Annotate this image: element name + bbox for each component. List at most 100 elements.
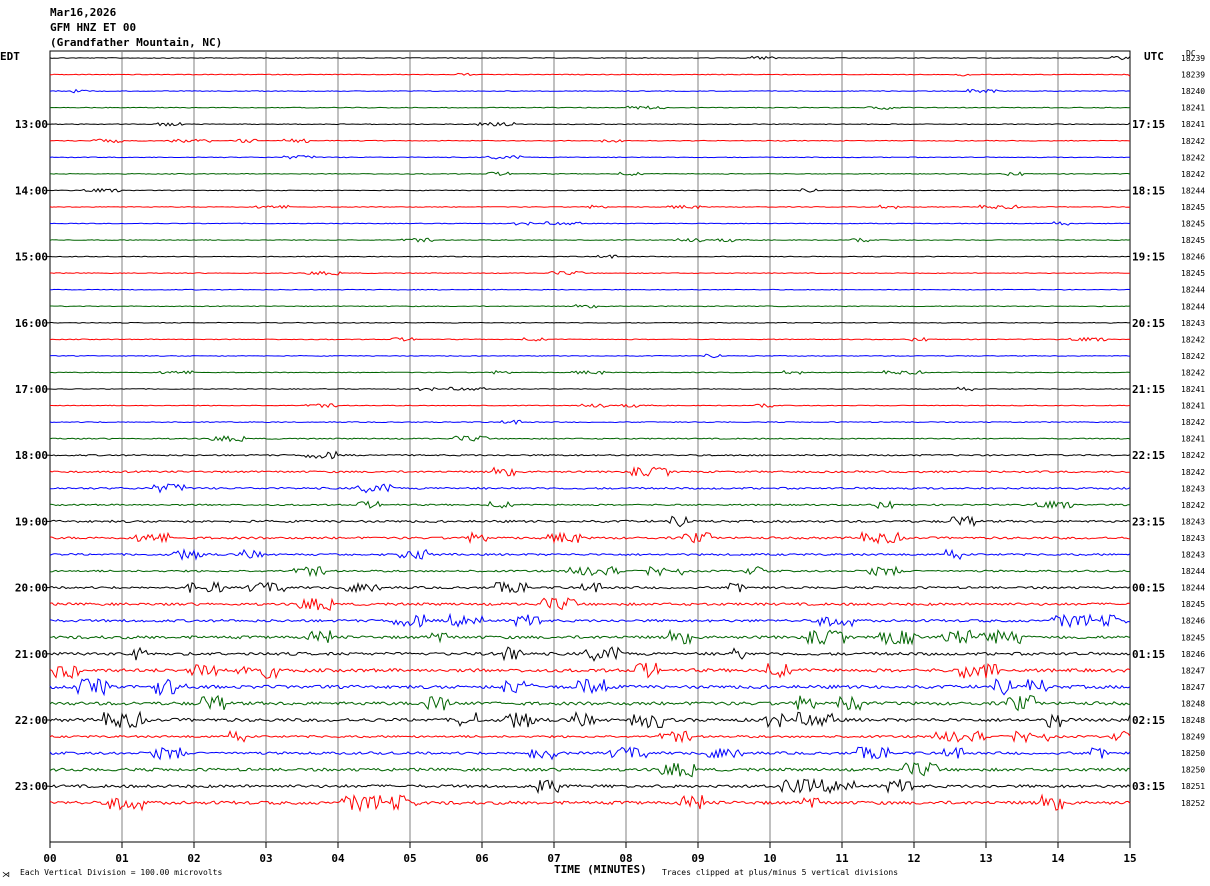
trace-line-blue: [49, 288, 1131, 291]
trace-line-blue: [49, 746, 1131, 761]
x-tick-label: 15: [1123, 852, 1136, 865]
trace-line-black: [49, 710, 1131, 729]
trace-line-blue: [49, 678, 1131, 697]
left-hour-label: 13:00: [15, 118, 48, 131]
trace-line-black: [49, 121, 1131, 127]
x-tick-label: 09: [691, 852, 704, 865]
dc-offset-label: 18241: [1181, 120, 1205, 129]
left-hour-label: 14:00: [15, 184, 48, 197]
x-tick-label: 01: [115, 852, 129, 865]
trace-line-green: [49, 105, 1131, 110]
left-hour-label: 15:00: [15, 251, 48, 264]
dc-offset-label: 18244: [1181, 302, 1205, 311]
dc-offset-label: 18245: [1181, 236, 1205, 245]
dc-offset-label: 18242: [1181, 368, 1205, 377]
x-tick-label: 14: [1051, 852, 1065, 865]
trace-line-green: [49, 171, 1131, 177]
dc-offset-label: 18246: [1181, 650, 1205, 659]
x-tick-label: 00: [43, 852, 56, 865]
right-hour-label: 18:15: [1132, 184, 1165, 197]
trace-line-black: [49, 580, 1131, 594]
trace-line-black: [49, 386, 1131, 392]
trace-line-red: [50, 72, 1131, 77]
dc-offset-label: 18243: [1181, 551, 1205, 560]
dc-offset-label: 18242: [1181, 451, 1205, 460]
trace-line-green: [49, 761, 1131, 778]
x-axis-title: TIME (MINUTES): [554, 863, 647, 876]
dc-offset-label: 18242: [1181, 153, 1205, 162]
right-hour-label: 02:15: [1132, 714, 1165, 727]
trace-line-blue: [49, 88, 1131, 94]
dc-offset-label: 18241: [1181, 402, 1205, 411]
trace-line-red: [49, 466, 1130, 478]
x-tick-label: 05: [403, 852, 416, 865]
left-hour-label: 23:00: [15, 780, 48, 793]
dc-offset-label: 18242: [1181, 170, 1205, 179]
right-hour-label: 03:15: [1132, 780, 1165, 793]
trace-line-red: [49, 597, 1131, 611]
trace-line-green: [49, 500, 1130, 510]
trace-line-blue: [49, 548, 1131, 561]
dc-offset-label: 18247: [1181, 683, 1205, 692]
dc-offset-label: 18241: [1181, 104, 1205, 113]
dc-offset-label: 18243: [1181, 319, 1205, 328]
dc-offset-label: 18242: [1181, 352, 1205, 361]
dc-offset-label: 18242: [1181, 418, 1205, 427]
right-hour-label: 20:15: [1132, 317, 1165, 330]
left-hour-label: 17:00: [15, 383, 48, 396]
dc-offset-label: 18244: [1181, 567, 1205, 576]
dc-offset-label: 18249: [1181, 733, 1205, 742]
dc-offset-label: 18251: [1181, 782, 1205, 791]
dc-offset-label: 18239: [1181, 71, 1205, 80]
trace-line-blue: [49, 419, 1131, 426]
x-tick-label: 04: [331, 852, 345, 865]
right-hour-label: 00:15: [1132, 582, 1165, 595]
dc-offset-label: 18242: [1181, 137, 1205, 146]
trace-line-blue: [49, 221, 1131, 226]
right-hour-label: 22:15: [1132, 449, 1165, 462]
dc-offset-label: 18245: [1181, 633, 1205, 642]
right-hour-label: 01:15: [1132, 648, 1165, 661]
trace-line-red: [49, 662, 1131, 680]
dc-offset-label: 18239: [1181, 54, 1205, 63]
right-hour-label: 21:15: [1132, 383, 1165, 396]
dc-offset-label: 18245: [1181, 203, 1205, 212]
dc-offset-label: 18243: [1181, 517, 1205, 526]
x-tick-label: 11: [835, 852, 849, 865]
left-hour-label: 18:00: [15, 449, 48, 462]
trace-line-red: [49, 530, 1131, 545]
dc-offset-label: 18243: [1181, 534, 1205, 543]
trace-line-black: [49, 646, 1131, 662]
trace-line-blue: [49, 612, 1131, 629]
trace-line-green: [49, 694, 1131, 712]
x-tick-label: 06: [475, 852, 489, 865]
trace-line-red: [49, 729, 1131, 744]
dc-offset-label: 18242: [1181, 335, 1205, 344]
dc-offset-label: 18250: [1181, 749, 1205, 758]
trace-line-black: [49, 254, 1131, 259]
trace-line-red: [49, 138, 1131, 144]
trace-line-green: [49, 237, 1131, 243]
dc-offset-label: 18241: [1181, 385, 1205, 394]
trace-line-black: [50, 777, 1131, 795]
scale-glyph: ⋊: [2, 870, 10, 879]
right-hour-label: 17:15: [1132, 118, 1165, 131]
trace-line-red: [50, 403, 1131, 409]
trace-line-red: [49, 336, 1131, 342]
trace-line-black: [49, 450, 1131, 460]
clip-note: Traces clipped at plus/minus 5 vertical …: [662, 868, 899, 877]
dc-offset-label: 18248: [1181, 716, 1205, 725]
trace-line-black: [50, 321, 1131, 324]
x-tick-label: 13: [979, 852, 992, 865]
vertical-scale-note: Each Vertical Division = 100.00 microvol…: [20, 868, 223, 877]
dc-offset-label: 18242: [1181, 468, 1205, 477]
x-tick-label: 10: [763, 852, 776, 865]
seismogram-plot: 00 01 02 03 04 05 06 07 08 09 10 11 12 13 14 1518239182…: [15, 50, 1205, 865]
dc-offset-label: 18250: [1181, 766, 1205, 775]
x-tick-label: 12: [907, 852, 920, 865]
right-hour-label: 19:15: [1132, 251, 1165, 264]
trace-line-blue: [49, 353, 1131, 359]
trace-line-red: [49, 793, 1131, 813]
dc-offset-label: 18244: [1181, 186, 1205, 195]
left-hour-label: 22:00: [15, 714, 48, 727]
